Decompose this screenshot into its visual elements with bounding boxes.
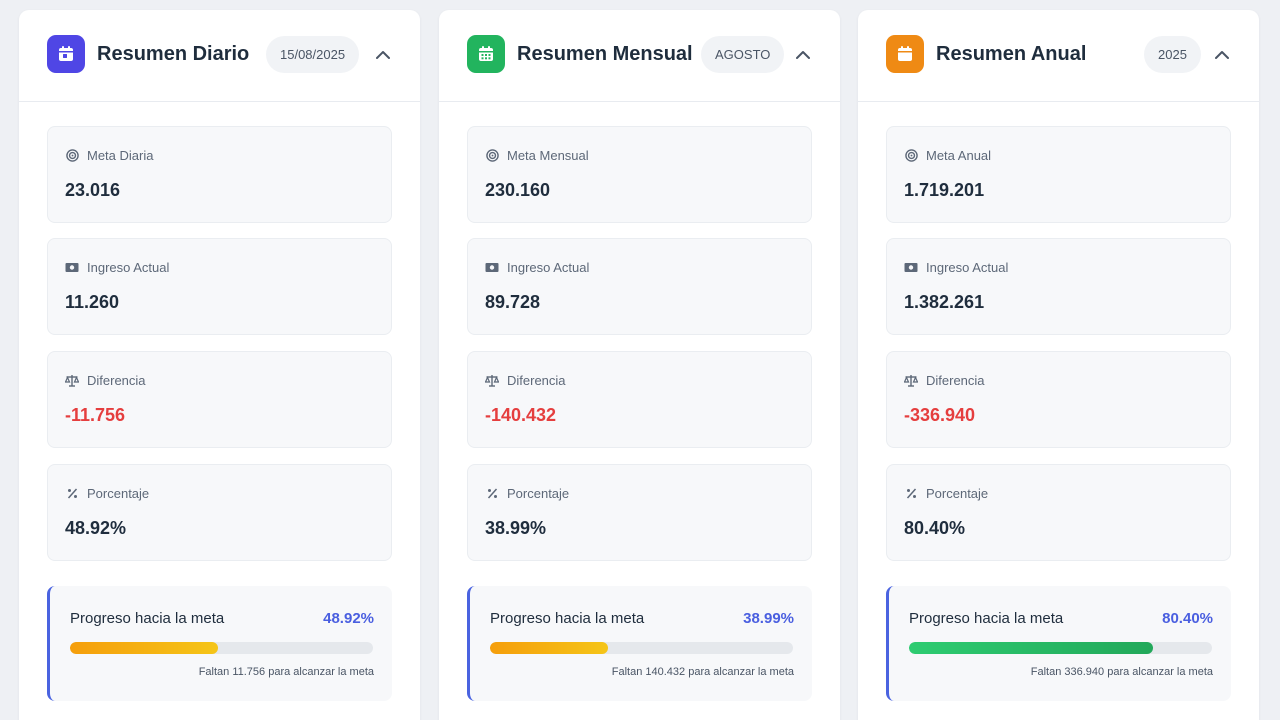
stat-value: 23.016 — [65, 180, 121, 200]
year-badge[interactable]: 2025 — [1144, 36, 1201, 73]
calendar-year-icon — [886, 35, 924, 73]
card-resumen-anual: Resumen Anual 2025 Meta Anual 1.719.201 … — [858, 10, 1259, 720]
progress-fill — [70, 642, 219, 654]
stat-label: Diferencia — [507, 373, 566, 388]
card-resumen-mensual: Resumen Mensual AGOSTO Meta Mensual 230.… — [439, 10, 840, 720]
money-icon — [485, 261, 499, 275]
progress-percent: 48.92% — [323, 610, 374, 627]
stat-label: Ingreso Actual — [87, 260, 170, 275]
stat-meta: Meta Anual 1.719.201 — [886, 126, 1231, 223]
progress-track — [70, 642, 373, 654]
summary-cards: Resumen Diario 15/08/2025 Meta Diaria 23… — [0, 0, 1280, 720]
stat-meta: Meta Mensual 230.160 — [467, 126, 812, 223]
card-header: Resumen Mensual AGOSTO — [439, 10, 840, 102]
stat-ingreso: Ingreso Actual 1.382.261 — [886, 238, 1231, 335]
stat-diferencia: Diferencia -140.432 — [467, 351, 812, 448]
money-icon — [904, 261, 918, 275]
stat-value: 38.99% — [485, 518, 547, 538]
progress-fill — [909, 642, 1153, 654]
stat-diferencia: Diferencia -11.756 — [47, 351, 392, 448]
scale-icon — [904, 374, 918, 388]
stat-value-negative: -140.432 — [485, 405, 557, 425]
card-header: Resumen Diario 15/08/2025 — [19, 10, 420, 102]
percent-icon — [904, 487, 918, 501]
stat-meta: Meta Diaria 23.016 — [47, 126, 392, 223]
target-icon — [485, 149, 499, 163]
progress-note: Faltan 11.756 para alcanzar la meta — [198, 666, 374, 678]
progress-track — [909, 642, 1212, 654]
card-title: Resumen Anual — [936, 43, 1087, 65]
stat-value: 80.40% — [904, 518, 966, 538]
stat-value: 230.160 — [485, 180, 551, 200]
month-badge[interactable]: AGOSTO — [701, 36, 785, 73]
progress-fill — [490, 642, 609, 654]
stat-value: 1.382.261 — [904, 292, 985, 312]
scale-icon — [485, 374, 499, 388]
stat-label: Porcentaje — [926, 486, 989, 501]
date-badge[interactable]: 15/08/2025 — [266, 36, 360, 73]
stat-value: 89.728 — [485, 292, 541, 312]
progress-title: Progreso hacia la meta — [490, 610, 645, 627]
stat-porcentaje: Porcentaje 80.40% — [886, 464, 1231, 561]
progress-track — [490, 642, 793, 654]
calendar-day-icon — [47, 35, 85, 73]
percent-icon — [485, 487, 499, 501]
progress-percent: 38.99% — [743, 610, 794, 627]
scale-icon — [65, 374, 79, 388]
stat-value: 48.92% — [65, 518, 127, 538]
card-title: Resumen Mensual — [517, 43, 693, 65]
progress-title: Progreso hacia la meta — [909, 610, 1064, 627]
stat-porcentaje: Porcentaje 38.99% — [467, 464, 812, 561]
percent-icon — [65, 487, 79, 501]
stat-label: Diferencia — [926, 373, 985, 388]
stat-value: 1.719.201 — [904, 180, 985, 200]
chevron-up-icon[interactable] — [792, 43, 814, 65]
stat-value-negative: -336.940 — [904, 405, 976, 425]
progress-percent: 80.40% — [1162, 610, 1213, 627]
stat-label: Diferencia — [87, 373, 146, 388]
stat-label: Porcentaje — [507, 486, 570, 501]
stat-label: Porcentaje — [87, 486, 150, 501]
chevron-up-icon[interactable] — [1211, 43, 1233, 65]
stat-label: Meta Diaria — [87, 148, 154, 163]
stat-ingreso: Ingreso Actual 89.728 — [467, 238, 812, 335]
money-icon — [65, 261, 79, 275]
stat-label: Meta Anual — [926, 148, 992, 163]
progress-note: Faltan 140.432 para alcanzar la meta — [611, 666, 794, 678]
stat-label: Meta Mensual — [507, 148, 589, 163]
stat-value: 11.260 — [65, 292, 120, 312]
stat-value-negative: -11.756 — [65, 405, 126, 425]
target-icon — [65, 149, 79, 163]
calendar-month-icon — [467, 35, 505, 73]
card-resumen-diario: Resumen Diario 15/08/2025 Meta Diaria 23… — [19, 10, 420, 720]
stat-diferencia: Diferencia -336.940 — [886, 351, 1231, 448]
chevron-up-icon[interactable] — [372, 43, 394, 65]
stat-porcentaje: Porcentaje 48.92% — [47, 464, 392, 561]
progress-panel: Progreso hacia la meta 80.40% Faltan 336… — [886, 586, 1231, 701]
progress-panel: Progreso hacia la meta 48.92% Faltan 11.… — [47, 586, 392, 701]
stat-label: Ingreso Actual — [926, 260, 1009, 275]
progress-title: Progreso hacia la meta — [70, 610, 225, 627]
card-title: Resumen Diario — [97, 43, 250, 65]
progress-panel: Progreso hacia la meta 38.99% Faltan 140… — [467, 586, 812, 701]
stat-label: Ingreso Actual — [507, 260, 590, 275]
stat-ingreso: Ingreso Actual 11.260 — [47, 238, 392, 335]
target-icon — [904, 149, 918, 163]
card-header: Resumen Anual 2025 — [858, 10, 1259, 102]
progress-note: Faltan 336.940 para alcanzar la meta — [1030, 666, 1213, 678]
